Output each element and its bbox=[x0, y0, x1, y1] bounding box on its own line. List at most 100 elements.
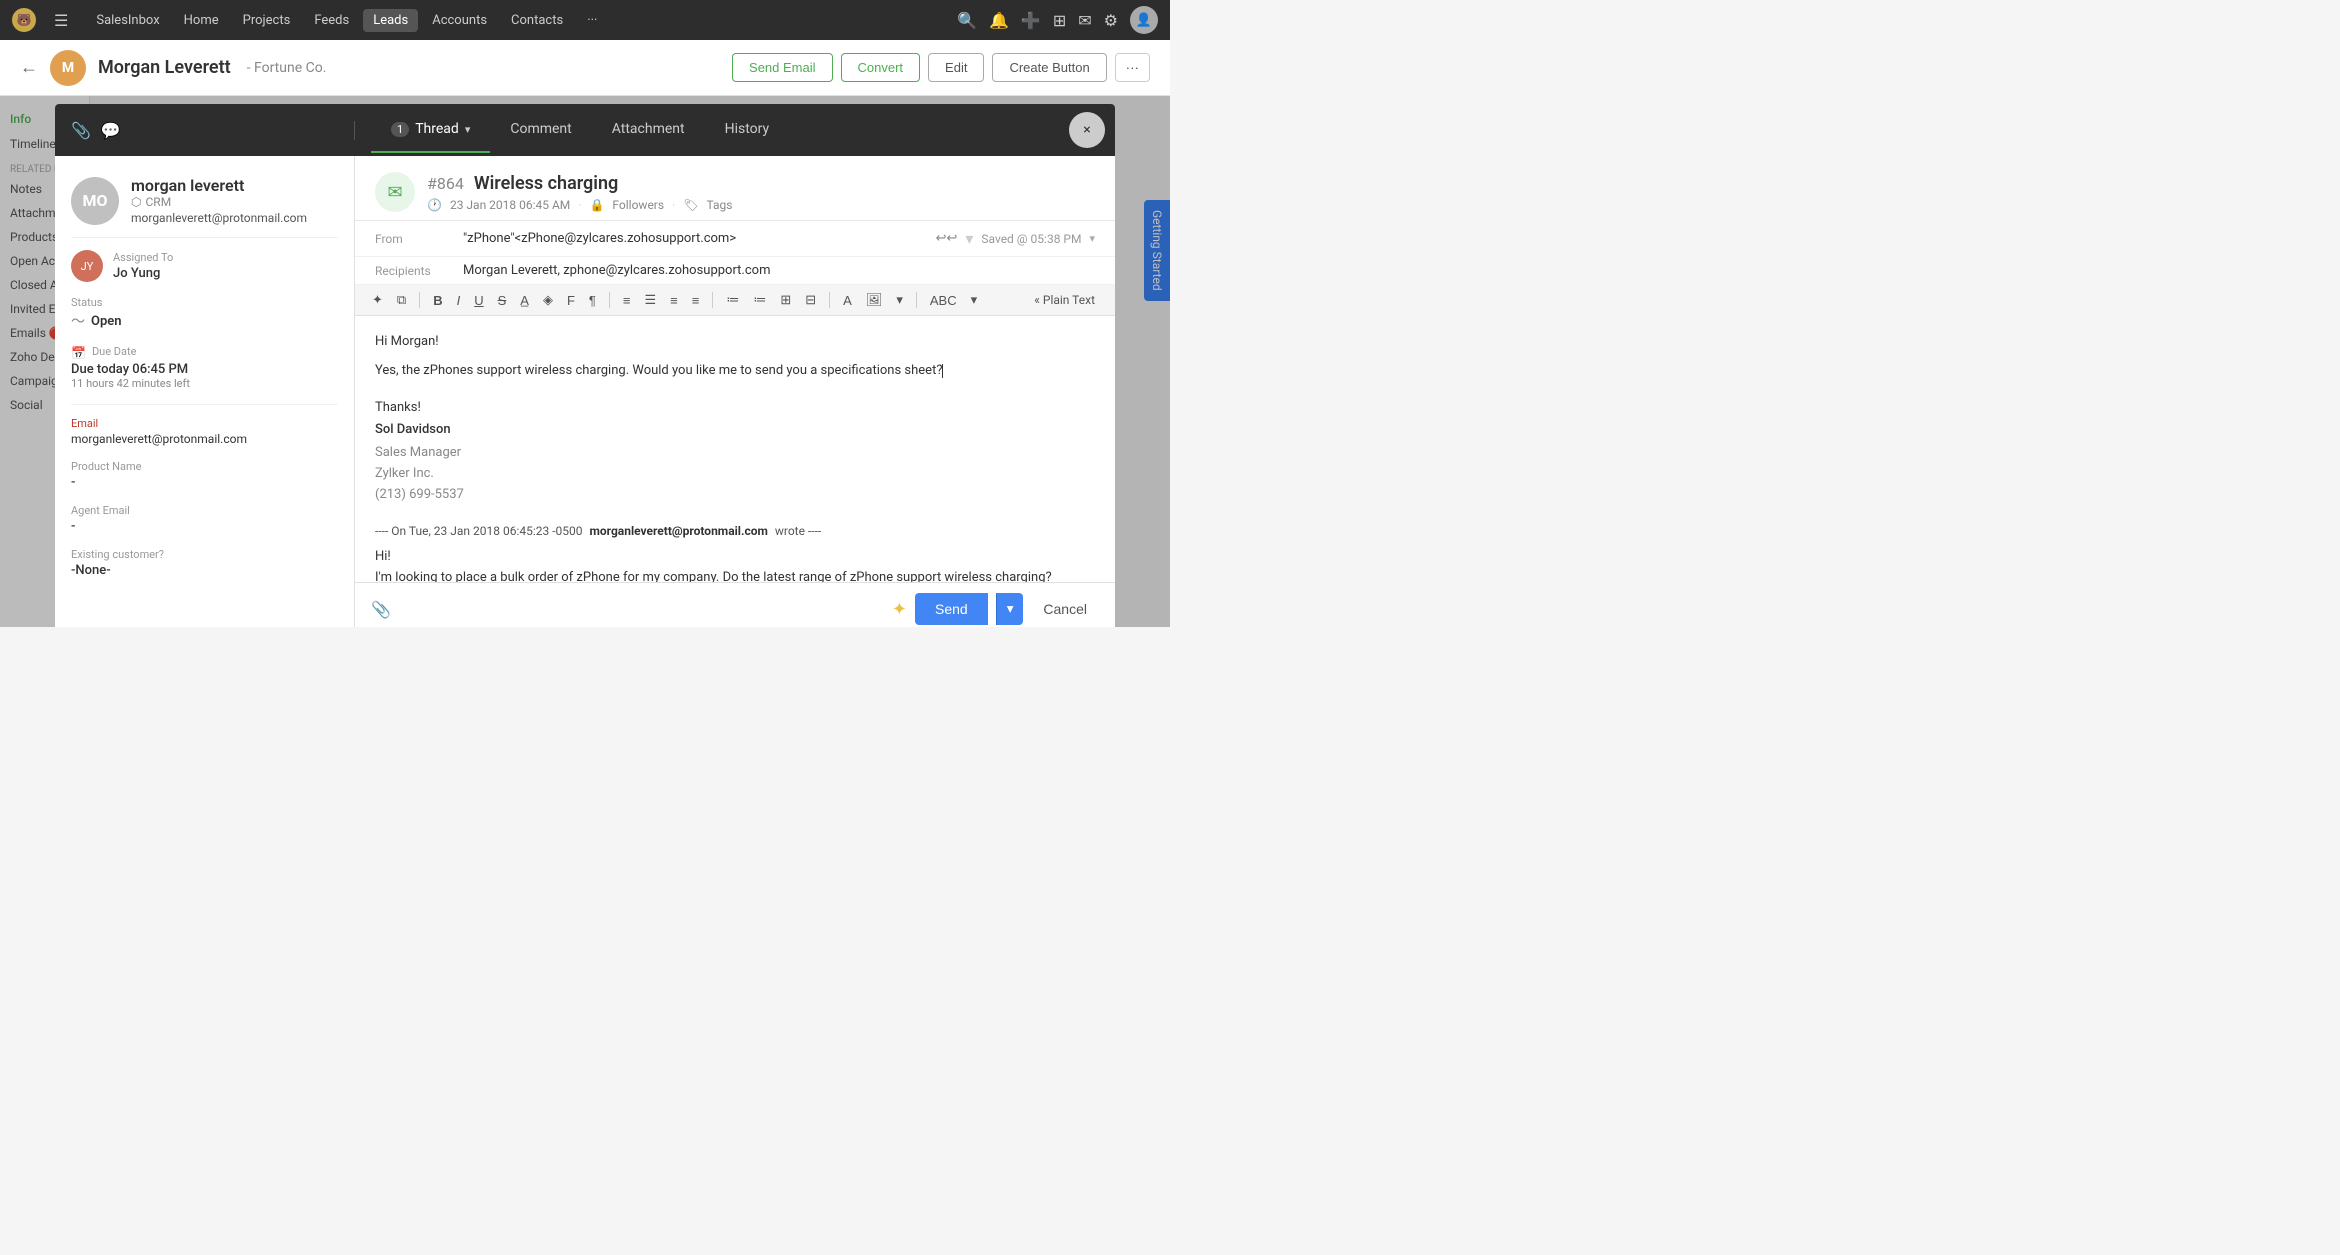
status-icon: 〜 bbox=[71, 311, 85, 331]
user-avatar[interactable]: 👤 bbox=[1130, 6, 1158, 34]
toolbar-align-left[interactable]: ≡ bbox=[618, 290, 636, 311]
toolbar-format[interactable]: ¶ bbox=[584, 290, 601, 311]
send-email-button[interactable]: Send Email bbox=[732, 53, 832, 82]
nav-projects[interactable]: Projects bbox=[233, 9, 301, 32]
toolbar-text-color[interactable]: A bbox=[838, 290, 857, 311]
modal-email-panel: ✉ #864 Wireless charging 🕐 23 Jan 2018 0… bbox=[355, 156, 1115, 627]
toolbar-more-dropdown[interactable]: ▾ bbox=[891, 289, 908, 311]
toolbar-strikethrough[interactable]: S bbox=[493, 290, 512, 311]
toolbar-abc[interactable]: ABC bbox=[925, 290, 962, 311]
message-icon[interactable]: 💬 bbox=[101, 121, 121, 140]
ai-assistant-icon[interactable]: ✦ bbox=[892, 599, 907, 620]
nav-leads[interactable]: Leads bbox=[363, 9, 418, 32]
existing-customer-label: Existing customer? bbox=[71, 548, 338, 561]
email-quoted-header: ---- On Tue, 23 Jan 2018 06:45:23 -0500 … bbox=[375, 522, 1095, 541]
modal-body: MO morgan leverett ⬡ CRM morganleverett@… bbox=[55, 156, 1115, 627]
email-subject-info: #864 Wireless charging 🕐 23 Jan 2018 06:… bbox=[427, 173, 732, 212]
send-dropdown-button[interactable]: ▾ bbox=[996, 593, 1024, 625]
email-modal: 📎 💬 1 Thread ▾ Comment Attachment bbox=[55, 104, 1115, 627]
from-value: "zPhone"<zPhone@zylcares.zohosupport.com… bbox=[463, 231, 928, 246]
toolbar-sep1 bbox=[419, 292, 420, 308]
nav-salesinbox[interactable]: SalesInbox bbox=[86, 9, 169, 32]
meta-dot1: · bbox=[578, 198, 581, 212]
send-button[interactable]: Send bbox=[915, 593, 988, 625]
tab-attachment[interactable]: Attachment bbox=[592, 107, 705, 153]
contact-company: - Fortune Co. bbox=[247, 60, 327, 76]
toolbar-sep3 bbox=[712, 292, 713, 308]
toolbar-bold[interactable]: B bbox=[428, 290, 447, 311]
toolbar-outdent[interactable]: ⊟ bbox=[800, 289, 821, 311]
recipients-value: Morgan Leverett, zphone@zylcares.zohosup… bbox=[463, 263, 1095, 278]
notifications-icon[interactable]: 🔔 bbox=[989, 11, 1009, 30]
meta-dot2: · bbox=[672, 198, 675, 212]
plain-text-button[interactable]: « Plain Text bbox=[1026, 291, 1103, 309]
nav-right: 🔍 🔔 ➕ ⊞ ✉ ⚙ 👤 bbox=[957, 6, 1158, 34]
toolbar-copy[interactable]: ⧉ bbox=[392, 289, 411, 311]
toolbar-magic[interactable]: ✦ bbox=[367, 289, 388, 311]
saved-dropdown[interactable]: ▾ bbox=[1089, 232, 1095, 245]
hamburger-menu[interactable]: ☰ bbox=[54, 11, 68, 30]
cancel-button[interactable]: Cancel bbox=[1031, 593, 1099, 625]
modal-left-header: 📎 💬 bbox=[55, 121, 355, 140]
modal-contact-panel: MO morgan leverett ⬡ CRM morganleverett@… bbox=[55, 156, 355, 627]
thread-dropdown-icon[interactable]: ▾ bbox=[465, 123, 471, 136]
settings-icon[interactable]: ⚙ bbox=[1104, 11, 1118, 30]
nav-more[interactable]: ··· bbox=[577, 9, 607, 32]
nav-home[interactable]: Home bbox=[174, 9, 229, 32]
toolbar-sep2 bbox=[609, 292, 610, 308]
search-icon[interactable]: 🔍 bbox=[957, 11, 977, 30]
due-date-label: Due Date bbox=[92, 345, 136, 358]
toolbar-align-right[interactable]: ≡ bbox=[665, 290, 683, 311]
toolbar-bullet-list[interactable]: ≔ bbox=[721, 289, 744, 311]
email-quoted-section: ---- On Tue, 23 Jan 2018 06:45:23 -0500 … bbox=[375, 522, 1095, 582]
product-name-value: - bbox=[71, 475, 338, 490]
reply-dropdown[interactable]: ▾ bbox=[965, 229, 973, 248]
email-meta: 🕐 23 Jan 2018 06:45 AM · 🔒 Followers · 🏷… bbox=[427, 198, 732, 212]
tag-icon: 🏷 bbox=[683, 198, 698, 212]
nav-contacts[interactable]: Contacts bbox=[501, 9, 573, 32]
mail-icon[interactable]: ✉ bbox=[1078, 11, 1091, 30]
toolbar-underline[interactable]: U bbox=[469, 290, 488, 311]
create-button[interactable]: Create Button bbox=[992, 53, 1106, 82]
toolbar-align-justify[interactable]: ≡ bbox=[687, 290, 705, 311]
toolbar-abc-dropdown[interactable]: ▾ bbox=[966, 289, 983, 311]
modal-close-button[interactable]: × bbox=[1069, 112, 1105, 148]
tags-label: Tags bbox=[706, 198, 732, 212]
toolbar-color[interactable]: ◈ bbox=[538, 289, 558, 311]
toolbar-italic[interactable]: I bbox=[452, 290, 466, 311]
tab-thread[interactable]: 1 Thread ▾ bbox=[371, 107, 490, 153]
product-name-label: Product Name bbox=[71, 460, 338, 473]
nav-feeds[interactable]: Feeds bbox=[304, 9, 359, 32]
contact-avatar: M bbox=[50, 50, 86, 86]
crm-label: CRM bbox=[145, 195, 171, 209]
followers-icon: 🔒 bbox=[589, 198, 604, 212]
quoted-body: I'm looking to place a bulk order of zPh… bbox=[375, 568, 1095, 582]
toolbar-numbered-list[interactable]: ≔ bbox=[748, 289, 771, 311]
assigned-to-row: JY Assigned To Jo Yung bbox=[71, 250, 338, 282]
followers-label: Followers bbox=[612, 198, 664, 212]
tab-comment[interactable]: Comment bbox=[490, 107, 591, 153]
layout-icon[interactable]: ⊞ bbox=[1053, 11, 1066, 30]
attachment-icon[interactable]: 📎 bbox=[71, 121, 91, 140]
reply-icon[interactable]: ↩↩ bbox=[936, 231, 958, 246]
tab-history[interactable]: History bbox=[705, 107, 790, 153]
attach-icon[interactable]: 📎 bbox=[371, 600, 391, 619]
convert-button[interactable]: Convert bbox=[841, 53, 921, 82]
email-field-label: Email bbox=[71, 417, 338, 430]
toolbar-image[interactable]: 🖼 bbox=[861, 289, 888, 311]
toolbar-sep4 bbox=[829, 292, 830, 308]
email-body[interactable]: Hi Morgan! Yes, the zPhones support wire… bbox=[355, 316, 1115, 582]
email-sig-phone: (213) 699-5537 bbox=[375, 485, 1095, 506]
add-icon[interactable]: ➕ bbox=[1021, 11, 1041, 30]
nav-accounts[interactable]: Accounts bbox=[422, 9, 497, 32]
back-button[interactable]: ← bbox=[20, 57, 38, 78]
contact-full-name: morgan leverett bbox=[131, 176, 307, 195]
calendar-icon: 📅 bbox=[71, 346, 86, 360]
toolbar-align-center[interactable]: ☰ bbox=[639, 289, 661, 311]
toolbar-font[interactable]: F bbox=[562, 290, 580, 311]
toolbar-indent[interactable]: ⊞ bbox=[775, 289, 796, 311]
email-subject-bar: ✉ #864 Wireless charging 🕐 23 Jan 2018 0… bbox=[355, 156, 1115, 221]
toolbar-highlight[interactable]: A̲ bbox=[515, 290, 534, 311]
more-button[interactable]: ··· bbox=[1115, 53, 1150, 82]
edit-button[interactable]: Edit bbox=[928, 53, 984, 82]
